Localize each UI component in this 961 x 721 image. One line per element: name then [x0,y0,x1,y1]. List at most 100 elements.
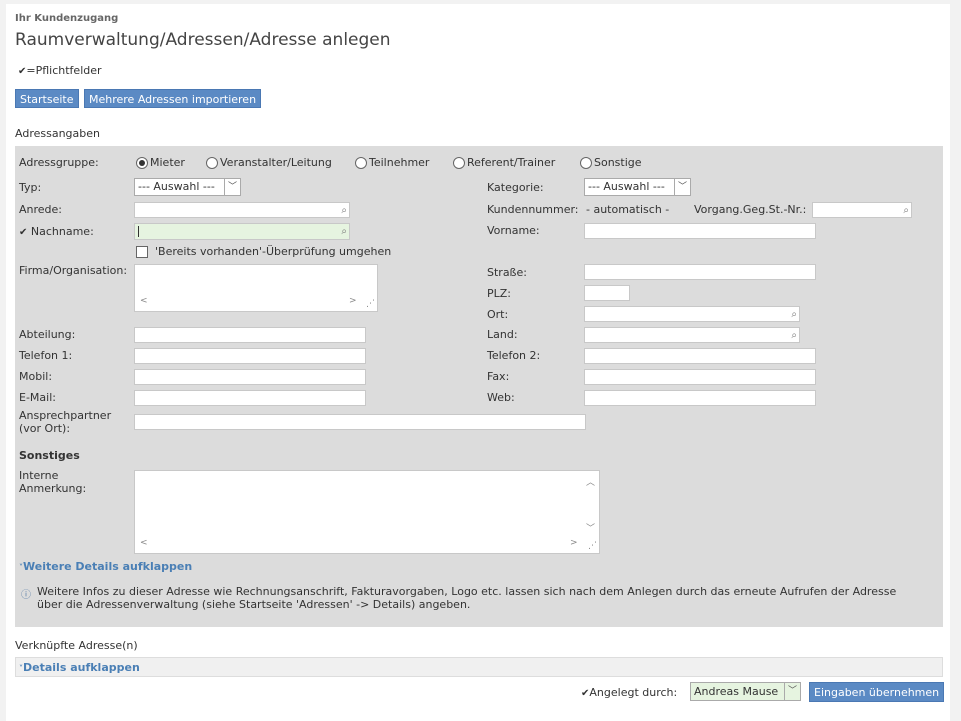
email-input[interactable] [134,390,366,406]
info-icon: ⓘ [21,590,31,601]
linked-details-link-text: Details aufklappen [23,661,140,674]
chevron-down-icon: ﹀ [674,179,690,195]
land-label: Land: [487,328,518,341]
nachname-input[interactable]: ⌕ [134,223,350,240]
interne-label-line1: Interne [19,469,59,482]
plz-input[interactable] [584,285,630,301]
radio-referent[interactable] [453,157,465,169]
created-by-label-text: Angelegt durch: [589,686,678,699]
more-details-link-text: Weitere Details aufklappen [23,560,193,573]
scroll-right-icon[interactable]: > [570,538,578,548]
search-icon: ⌕ [791,309,797,320]
radio-label-referent: Referent/Trainer [467,156,556,169]
mobil-input[interactable] [134,369,366,385]
page: Ihr Kundenzugang Raumverwaltung/Adressen… [6,4,950,721]
web-input[interactable] [584,390,816,406]
anrede-input[interactable]: ⌕ [134,202,350,218]
search-icon: ⌕ [341,205,347,216]
telefon1-input[interactable] [134,348,366,364]
ansprechpartner-label-line1: Ansprechpartner [19,409,112,422]
anmerkung-textarea[interactable]: ︿ ﹀ < > ⋰ [134,470,600,554]
land-input[interactable]: ⌕ [584,327,800,343]
scroll-down-icon[interactable]: ﹀ [586,521,595,534]
required-note: ✔=Pflichtfelder [18,64,102,77]
vorgang-input[interactable]: ⌕ [812,202,912,218]
start-button[interactable]: Startseite [15,89,79,108]
telefon2-input[interactable] [584,348,816,364]
text-cursor [138,225,139,237]
required-note-text: =Pflichtfelder [26,64,102,77]
kategorie-select-value: --- Auswahl --- [588,180,665,193]
scroll-up-icon[interactable]: ︿ [586,475,595,488]
email-label: E-Mail: [19,391,56,404]
address-section-heading: Adressangaben [15,127,100,140]
radio-teilnehmer[interactable] [355,157,367,169]
anrede-label: Anrede: [19,203,63,216]
nachname-label-text: Nachname: [30,225,94,238]
linked-details-link[interactable]: ˅Details aufklappen [19,661,140,674]
abteilung-input[interactable] [134,327,366,343]
scroll-left-icon[interactable]: < [140,538,148,548]
info-text-line2: über die Adressenverwaltung (siehe Start… [37,598,471,611]
strasse-input[interactable] [584,264,816,280]
import-addresses-button[interactable]: Mehrere Adressen importieren [84,89,262,108]
radio-label-teilnehmer: Teilnehmer [369,156,430,169]
created-by-select[interactable]: Andreas Mause ﹀ [690,682,801,701]
bypass-check-label: 'Bereits vorhanden'-Überprüfung umgehen [155,245,392,258]
chevron-down-icon: ﹀ [784,683,800,700]
ansprechpartner-input[interactable] [134,414,586,430]
search-icon: ⌕ [341,226,347,237]
sonstiges-heading: Sonstiges [19,449,80,462]
typ-select[interactable]: --- Auswahl --- ﹀ [134,178,241,196]
radio-label-sonstige: Sonstige [594,156,642,169]
interne-label-line2: Anmerkung: [19,482,87,495]
ansprechpartner-label-line2: (vor Ort): [19,422,71,435]
submit-button[interactable]: Eingaben übernehmen [809,682,945,702]
ort-input[interactable]: ⌕ [584,306,800,322]
radio-veranstalter[interactable] [206,157,218,169]
page-title: Raumverwaltung/Adressen/Adresse anlegen [15,30,391,50]
info-text-line1: Weitere Infos zu dieser Adresse wie Rech… [37,585,897,598]
bypass-check-checkbox[interactable] [136,246,148,258]
group-label: Adressgruppe: [19,156,99,169]
nachname-label: ✔ Nachname: [19,225,94,238]
created-by-value: Andreas Mause [694,685,779,698]
web-label: Web: [487,391,515,404]
strasse-label: Straße: [487,266,527,279]
fax-input[interactable] [584,369,816,385]
radio-mieter[interactable] [136,157,148,169]
scroll-right-icon[interactable]: > [349,296,357,306]
plz-label: PLZ: [487,287,512,300]
telefon2-label: Telefon 2: [487,349,541,362]
linked-details-bar: ˅Details aufklappen [15,657,943,677]
typ-select-value: --- Auswahl --- [138,180,215,193]
kategorie-select[interactable]: --- Auswahl --- ﹀ [584,178,691,196]
vorgang-label: Vorgang.Geg.St.-Nr.: [694,203,807,216]
kundennummer-label: Kundennummer: [487,203,579,216]
linked-heading: Verknüpfte Adresse(n) [15,639,138,652]
typ-label: Typ: [19,181,42,194]
created-by-label: ✔Angelegt durch: [581,686,677,699]
scroll-left-icon[interactable]: < [140,296,148,306]
check-icon: ✔ [19,227,28,238]
vorname-label: Vorname: [487,224,540,237]
search-icon: ⌕ [791,330,797,341]
address-form-panel: Adressgruppe: Mieter Veranstalter/Leitun… [15,146,943,627]
telefon1-label: Telefon 1: [19,349,73,362]
radio-label-veranstalter: Veranstalter/Leitung [220,156,332,169]
fax-label: Fax: [487,370,510,383]
section-label: Ihr Kundenzugang [15,13,119,24]
resize-handle-icon[interactable]: ⋰ [588,541,597,551]
radio-sonstige[interactable] [580,157,592,169]
radio-label-mieter: Mieter [150,156,185,169]
firma-label: Firma/Organisation: [19,264,128,277]
ort-label: Ort: [487,308,509,321]
more-details-link[interactable]: ˅Weitere Details aufklappen [19,560,192,573]
resize-handle-icon[interactable]: ⋰ [366,299,375,309]
chevron-down-icon: ﹀ [224,179,240,195]
firma-textarea[interactable]: < > ⋰ [134,264,378,312]
vorname-input[interactable] [584,223,816,239]
kundennummer-value: - automatisch - [586,203,670,216]
kategorie-label: Kategorie: [487,181,544,194]
mobil-label: Mobil: [19,370,53,383]
